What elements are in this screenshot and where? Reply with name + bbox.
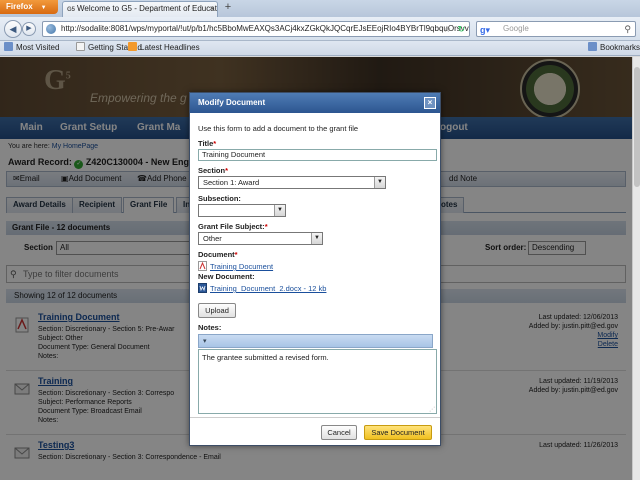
chevron-down-icon: ▼ xyxy=(40,5,47,11)
notes-toolbar: ▾ xyxy=(198,334,433,348)
section-select[interactable]: Section 1: Award ▼ xyxy=(198,176,386,189)
dialog-title: Modify Document xyxy=(198,98,266,107)
notes-editor[interactable]: The grantee submitted a revised form. ⋰ xyxy=(198,349,437,414)
bookmark-latest-headlines[interactable]: Latest Headlines xyxy=(128,41,200,55)
section-label: Section* xyxy=(198,166,229,175)
new-document-link[interactable]: Training_Document_2.docx - 12 kb xyxy=(198,283,326,293)
navigation-toolbar: ◀ ▶ http://sodalite:8081/wps/myportal/!u… xyxy=(0,17,640,41)
upload-button[interactable]: Upload xyxy=(198,303,236,318)
grant-file-subject-select[interactable]: Other ▼ xyxy=(198,232,323,245)
subsection-select[interactable]: ▼ xyxy=(198,204,286,217)
new-document-label: New Document: xyxy=(198,272,255,281)
globe-icon xyxy=(46,24,56,34)
current-document-link[interactable]: Training Document xyxy=(198,261,273,271)
search-icon[interactable]: ⚲ xyxy=(624,22,631,36)
new-tab-button[interactable]: + xyxy=(221,1,235,15)
pdf-icon xyxy=(198,261,207,271)
chevron-down-icon: ▼ xyxy=(311,233,322,244)
scrollbar-thumb[interactable] xyxy=(634,67,640,187)
close-tab-icon[interactable]: × xyxy=(209,2,214,16)
title-label: Title* xyxy=(198,139,217,148)
url-input[interactable]: http://sodalite:8081/wps/myportal/!ut/p/… xyxy=(42,21,470,37)
bookmarks-icon xyxy=(588,42,597,51)
firefox-menu-button[interactable]: Firefox ▼ xyxy=(0,0,58,14)
bookmarks-toolbar: Most Visited Getting Started Latest Head… xyxy=(0,41,640,56)
modify-document-dialog: Modify Document × Use this form to add a… xyxy=(189,92,441,446)
dialog-header: Modify Document × xyxy=(190,93,440,113)
grant-file-subject-label: Grant File Subject:* xyxy=(198,222,268,231)
document-label: Document* xyxy=(198,250,238,259)
back-button[interactable]: ◀ xyxy=(4,20,22,38)
title-input[interactable]: Training Document xyxy=(198,149,437,161)
search-input[interactable]: g▾ Google ⚲ xyxy=(476,21,636,37)
close-icon[interactable]: × xyxy=(424,97,436,109)
dialog-footer-divider xyxy=(190,417,440,418)
chevron-down-icon: ▼ xyxy=(374,177,385,188)
bookmark-star-icon[interactable]: ☆ xyxy=(443,22,451,36)
forward-button[interactable]: ▶ xyxy=(22,22,36,36)
notes-label: Notes: xyxy=(198,323,222,332)
toolbar-toggle-icon[interactable]: ▾ xyxy=(203,337,213,346)
reload-icon[interactable]: ↻ xyxy=(457,22,465,36)
browser-tab-bar: Firefox ▼ G5 Welcome to G5 - Department of… xyxy=(0,0,640,17)
bookmarks-menu[interactable]: Bookmarks xyxy=(588,41,640,55)
bookmark-most-visited[interactable]: Most Visited xyxy=(4,41,59,55)
cancel-button[interactable]: Cancel xyxy=(321,425,357,440)
google-icon: g▾ xyxy=(480,25,491,35)
bookmarks-folder-icon xyxy=(4,42,13,51)
subsection-label: Subsection: xyxy=(198,194,241,203)
tab-title: Welcome to G5 - Department of Educati... xyxy=(77,4,218,13)
g5-favicon-icon: G5 xyxy=(67,7,76,13)
rss-icon xyxy=(128,42,137,51)
page-scrollbar[interactable] xyxy=(632,57,640,480)
page-icon xyxy=(76,42,85,51)
resize-grip-icon[interactable]: ⋰ xyxy=(429,406,435,413)
dialog-intro: Use this form to add a document to the g… xyxy=(198,124,359,133)
browser-tab[interactable]: G5 Welcome to G5 - Department of Educati.… xyxy=(62,1,218,17)
save-document-button[interactable]: Save Document xyxy=(364,425,432,440)
chevron-down-icon: ▼ xyxy=(274,205,285,216)
word-document-icon xyxy=(198,283,207,293)
